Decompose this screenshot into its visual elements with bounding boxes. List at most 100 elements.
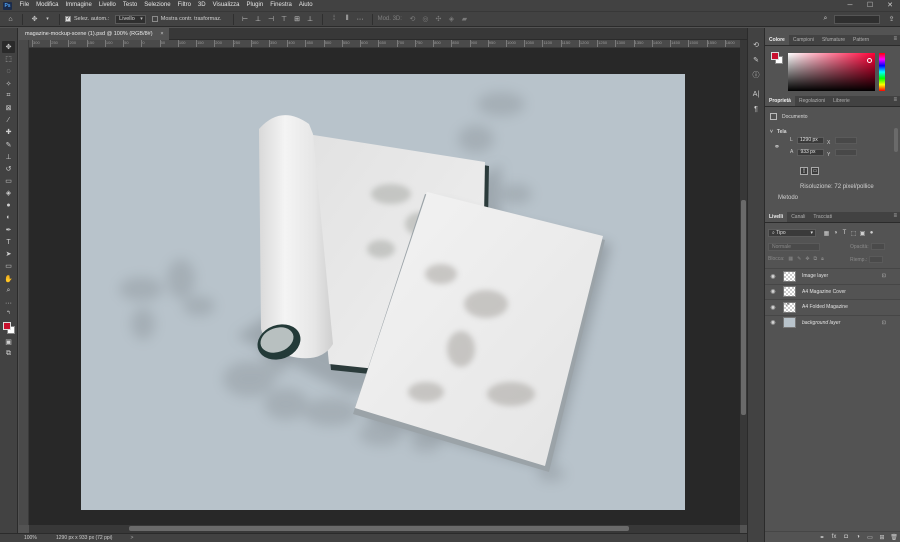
- auto-select-checkbox[interactable]: Selez. autom.:: [65, 16, 109, 22]
- history-brush-tool-icon[interactable]: ↺: [2, 163, 15, 175]
- zoom-level[interactable]: 100%: [0, 535, 37, 541]
- menu-filtro[interactable]: Filtro: [174, 0, 194, 11]
- layer-select-dropdown[interactable]: Livello: [115, 14, 146, 24]
- delete-layer-icon[interactable]: 🗑︎: [888, 534, 900, 541]
- share-icon[interactable]: ⇪: [887, 15, 896, 24]
- eyedropper-tool-icon[interactable]: ⁄: [2, 114, 15, 126]
- tab-canali[interactable]: Canali: [787, 212, 809, 222]
- crop-tool-icon[interactable]: ⌗: [2, 90, 15, 102]
- y-input[interactable]: [834, 149, 857, 156]
- new-layer-icon[interactable]: ⊞: [876, 534, 888, 541]
- layer-name[interactable]: background layer: [802, 320, 840, 326]
- color-picker-ring[interactable]: [867, 58, 872, 63]
- move-tool-icon[interactable]: ✥: [2, 41, 15, 54]
- more-options-icon[interactable]: ···: [356, 15, 365, 24]
- rectangle-tool-icon[interactable]: ▭: [2, 260, 15, 272]
- 3d-orbit-icon[interactable]: ⟲: [408, 15, 417, 24]
- character-icon[interactable]: A|: [751, 88, 762, 101]
- tab-tracciati[interactable]: Tracciati: [809, 212, 836, 222]
- paragraph-icon[interactable]: ¶: [751, 103, 762, 116]
- menu-aiuto[interactable]: Aiuto: [295, 0, 316, 11]
- adjustment-filter-icon[interactable]: ◑: [831, 230, 840, 237]
- history-icon[interactable]: ⟲: [751, 38, 762, 51]
- landscape-orientation-icon[interactable]: ▭: [811, 167, 819, 175]
- status-menu-arrow[interactable]: >: [130, 535, 133, 541]
- hue-slider[interactable]: [879, 53, 885, 91]
- scroll-thumb[interactable]: [129, 526, 629, 531]
- minimize-icon[interactable]: ─: [840, 0, 860, 11]
- paint-bucket-tool-icon[interactable]: ◈: [2, 187, 15, 199]
- fill-input[interactable]: [869, 256, 884, 263]
- info-icon[interactable]: ⓘ: [751, 68, 762, 81]
- chevron-down-icon[interactable]: ˅: [770, 129, 773, 135]
- layer-filter-select[interactable]: ⌕ Tipo: [768, 229, 816, 237]
- pixel-filter-icon[interactable]: ▦: [822, 230, 831, 237]
- menu-testo[interactable]: Testo: [119, 0, 140, 11]
- align-center-h-icon[interactable]: ⊥: [254, 15, 263, 24]
- brush-tool-icon[interactable]: ✎: [2, 139, 15, 151]
- 3d-slide-icon[interactable]: ◈: [447, 15, 456, 24]
- x-input[interactable]: [834, 137, 857, 144]
- swap-colors-icon[interactable]: ↰: [2, 309, 15, 316]
- brush-settings-icon[interactable]: ✎: [751, 53, 762, 66]
- close-tab-icon[interactable]: ×: [160, 28, 163, 40]
- close-window-icon[interactable]: ✕: [880, 0, 900, 11]
- link-icon[interactable]: ⚭: [774, 143, 780, 151]
- type-filter-icon[interactable]: T: [840, 230, 849, 237]
- foreground-color-swatch[interactable]: [2, 322, 11, 331]
- frame-tool-icon[interactable]: ⊠: [2, 102, 15, 114]
- visibility-eye-icon[interactable]: ◉: [765, 288, 781, 295]
- chevron-down-icon[interactable]: ▾: [43, 15, 52, 24]
- visibility-eye-icon[interactable]: ◉: [765, 273, 781, 280]
- search-icon[interactable]: ⌕: [821, 15, 830, 24]
- type-tool-icon[interactable]: T: [2, 236, 15, 248]
- visibility-eye-icon[interactable]: ◉: [765, 319, 781, 326]
- checkbox-unchecked-icon[interactable]: [151, 16, 158, 22]
- quick-mask-icon[interactable]: ▣: [2, 336, 15, 348]
- properties-scrollbar[interactable]: [894, 128, 898, 152]
- tab-pattern[interactable]: Pattern: [849, 35, 873, 45]
- workspace-select[interactable]: [834, 14, 880, 24]
- document-canvas[interactable]: [81, 74, 685, 510]
- foreground-color-swatch[interactable]: [771, 52, 779, 60]
- layer-row[interactable]: ◉ A4 Magazine Cover: [765, 283, 900, 300]
- opacity-input[interactable]: [870, 243, 885, 250]
- tab-livelli[interactable]: Livelli: [765, 212, 788, 222]
- horizontal-scrollbar[interactable]: [29, 525, 740, 533]
- distribute-icon[interactable]: ⦙: [330, 15, 339, 24]
- panel-menu-icon[interactable]: ≡: [893, 213, 897, 219]
- adjustment-layer-icon[interactable]: ◑: [852, 534, 864, 540]
- 3d-roll-icon[interactable]: ◎: [421, 15, 430, 24]
- width-input[interactable]: 1290 px: [797, 137, 824, 144]
- menu-immagine[interactable]: Immagine: [62, 0, 95, 11]
- layer-row[interactable]: ◉ background layer ⊡: [765, 314, 900, 331]
- hand-tool-icon[interactable]: ✋: [2, 273, 15, 285]
- dodge-tool-icon[interactable]: ◐: [2, 212, 15, 224]
- blend-mode-select[interactable]: Normale: [768, 243, 820, 251]
- lock-paint-icon[interactable]: ✎: [797, 256, 801, 262]
- align-middle-v-icon[interactable]: ⊞: [293, 15, 302, 24]
- tab-sfumature[interactable]: Sfumature: [818, 35, 849, 45]
- portrait-orientation-icon[interactable]: ▯: [800, 167, 808, 175]
- tab-proprieta[interactable]: Proprietà: [765, 96, 795, 106]
- menu-livello[interactable]: Livello: [95, 0, 119, 11]
- menu-plugin[interactable]: Plugin: [243, 0, 267, 11]
- scroll-thumb[interactable]: [741, 200, 746, 415]
- menu-file[interactable]: File: [16, 0, 33, 11]
- layer-style-icon[interactable]: fx: [828, 534, 840, 540]
- filter-toggle-icon[interactable]: ●: [867, 230, 876, 237]
- vertical-scrollbar[interactable]: [740, 40, 747, 525]
- show-transform-checkbox[interactable]: Mostra contr. trasformaz.: [151, 16, 222, 22]
- align-right-icon[interactable]: ⊣: [267, 15, 276, 24]
- marquee-tool-icon[interactable]: ⬚: [2, 53, 15, 65]
- path-selection-tool-icon[interactable]: ➤: [2, 248, 15, 260]
- home-icon[interactable]: ⌂: [6, 15, 15, 24]
- align-top-icon[interactable]: ⊤: [280, 15, 289, 24]
- panel-menu-icon[interactable]: ≡: [893, 36, 897, 42]
- photoshop-logo-icon[interactable]: Ps: [3, 1, 12, 10]
- align-left-icon[interactable]: ⊢: [241, 15, 250, 24]
- new-group-icon[interactable]: ▭: [864, 534, 876, 541]
- shape-filter-icon[interactable]: ⬚: [849, 230, 858, 237]
- tab-colore[interactable]: Colore: [765, 35, 789, 45]
- distribute-h-icon[interactable]: ⦀: [343, 15, 352, 24]
